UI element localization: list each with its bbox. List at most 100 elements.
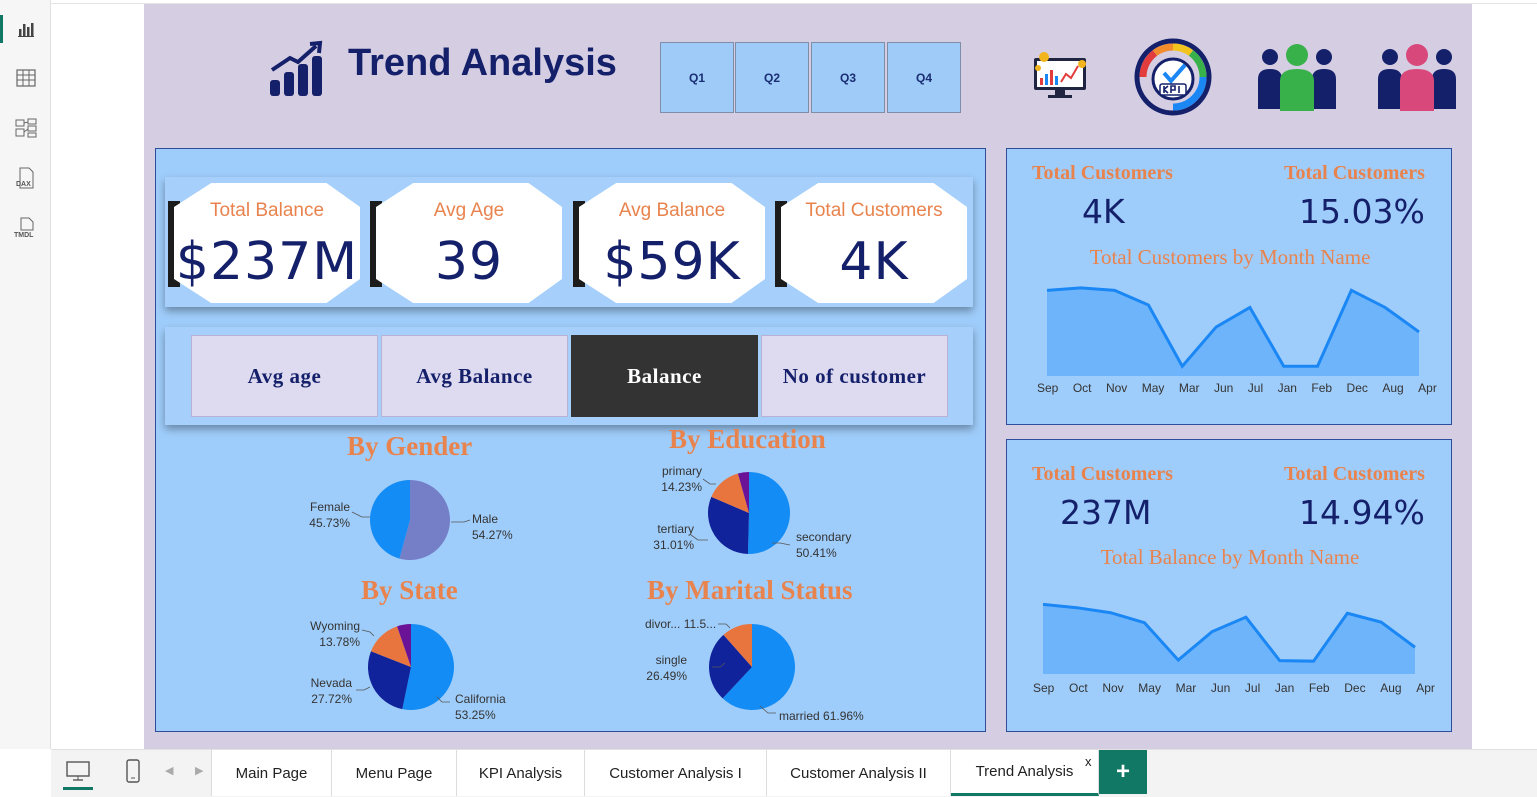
tab-scroll-right-icon[interactable]: ▶ <box>195 764 203 777</box>
area1-x-axis: Sep Oct Nov May Mar Jun Jul Jan Feb Dec Aug Apr <box>1037 381 1437 395</box>
panel2-label-right: Total Customers <box>1284 463 1425 485</box>
month-tick-feb: Feb <box>1308 681 1330 695</box>
pie-label-male: Male 54.27% <box>472 512 513 542</box>
toggle-avg-balance[interactable]: Avg Balance <box>381 335 568 417</box>
month-tick-dec: Dec <box>1344 681 1366 695</box>
tmdl-view-icon[interactable]: TMDL <box>0 206 51 250</box>
panel1-value-left: 4K <box>1082 192 1125 231</box>
pie-label-single: single 26.49% <box>646 653 687 683</box>
panel2-value-right: 14.94% <box>1299 493 1425 532</box>
tab-scroll-left-icon[interactable]: ◀ <box>165 764 173 777</box>
desktop-layout-icon[interactable] <box>63 758 93 790</box>
pie-label-married: married 61.96% <box>779 709 864 723</box>
month-tick-aug: Aug <box>1382 381 1404 395</box>
panel1-label-right: Total Customers <box>1284 162 1425 184</box>
pie-label-primary: primary 14.23% <box>661 464 702 494</box>
customers-trend-panel: Total Customers Total Customers 4K 15.03… <box>1006 148 1452 425</box>
kpi-label: Total Balance <box>209 200 325 221</box>
month-tick-feb: Feb <box>1311 381 1333 395</box>
area-fill <box>1047 287 1419 376</box>
area-fill <box>1043 604 1415 674</box>
panel1-label-left: Total Customers <box>1032 162 1173 184</box>
quarter-button-q1[interactable]: Q1 <box>660 42 734 113</box>
view-sidebar: DAX TMDL <box>0 0 51 749</box>
tab-kpi-analysis[interactable]: KPI Analysis <box>457 750 585 796</box>
area-chart-customers[interactable] <box>1007 275 1453 385</box>
month-tick-apr: Apr <box>1416 681 1435 695</box>
kpi-card-avg-age: Avg Age 39 <box>370 183 562 303</box>
pie-label-divorced: divor... 11.5... <box>645 617 717 631</box>
pie-label-wyoming: Wyoming 13.78% <box>310 619 360 649</box>
month-tick-may: May <box>1138 681 1161 695</box>
add-page-button[interactable]: + <box>1099 750 1147 794</box>
pie-label-nevada: Nevada 27.72% <box>310 676 352 706</box>
quarter-button-q3[interactable]: Q3 <box>811 42 885 113</box>
pie-label-secondary: secondary 50.41% <box>796 530 852 560</box>
month-tick-jun: Jun <box>1213 381 1234 395</box>
quarter-button-q2[interactable]: Q2 <box>735 42 809 113</box>
month-tick-apr: Apr <box>1418 381 1437 395</box>
tab-trend-analysis[interactable]: Trend Analysis <box>951 750 1099 796</box>
mobile-layout-icon[interactable] <box>121 758 145 788</box>
kpi-label: Total Customers <box>805 200 943 221</box>
customers-green-icon[interactable] <box>1256 43 1338 111</box>
month-tick-aug: Aug <box>1380 681 1402 695</box>
balance-trend-panel: Total Customers Total Customers 237M 14.… <box>1006 439 1452 732</box>
quarter-button-q4[interactable]: Q4 <box>887 42 961 113</box>
kpi-gauge-icon[interactable] <box>1133 37 1213 117</box>
kpi-value: $59K <box>603 232 741 292</box>
month-tick-jan: Jan <box>1277 381 1297 395</box>
month-tick-jul: Jul <box>1247 381 1264 395</box>
tab-customer-analysis-1[interactable]: Customer Analysis I <box>585 750 767 796</box>
close-tab-icon[interactable]: x <box>1085 754 1092 769</box>
powerbi-app: DAX TMDL Trend Analysis Q1 Q2 Q3 Q4 Tota… <box>0 0 1537 797</box>
toggle-no-of-customer[interactable]: No of customer <box>761 335 948 417</box>
report-view-icon[interactable] <box>0 7 51 51</box>
month-tick-mar: Mar <box>1178 381 1200 395</box>
kpi-value: $237M <box>175 232 359 292</box>
page-title: Trend Analysis <box>348 42 617 84</box>
month-tick-jan: Jan <box>1274 681 1295 695</box>
month-tick-mar: Mar <box>1175 681 1197 695</box>
kpi-value: 4K <box>839 232 909 292</box>
dashboard-monitor-icon[interactable] <box>1028 50 1092 100</box>
tab-customer-analysis-2[interactable]: Customer Analysis II <box>767 750 951 796</box>
pie-label-female: Female 45.73% <box>309 500 350 530</box>
month-tick-sep: Sep <box>1033 681 1055 695</box>
month-tick-jun: Jun <box>1210 681 1231 695</box>
kpi-label: Avg Age <box>433 200 505 221</box>
tmdl-label: TMDL <box>14 232 34 239</box>
model-view-icon[interactable] <box>0 106 51 150</box>
month-tick-dec: Dec <box>1346 381 1368 395</box>
tab-main-page[interactable]: Main Page <box>211 750 332 796</box>
panel2-chart-title: Total Balance by Month Name <box>1100 545 1360 569</box>
panel1-chart-title: Total Customers by Month Name <box>1089 245 1371 269</box>
panel2-value-left: 237M <box>1060 493 1152 532</box>
pie-label-california: California 53.25% <box>455 692 506 722</box>
dax-label: DAX <box>16 181 31 188</box>
kpi-card-total-balance: Total Balance $237M <box>168 183 360 303</box>
month-tick-oct: Oct <box>1069 681 1088 695</box>
kpi-label: Avg Balance <box>618 200 726 221</box>
month-tick-nov: Nov <box>1102 681 1124 695</box>
dax-query-icon[interactable]: DAX <box>0 156 51 200</box>
customers-pink-icon[interactable] <box>1376 43 1458 111</box>
area-chart-balance[interactable] <box>1007 586 1453 686</box>
toggle-avg-age[interactable]: Avg age <box>191 335 378 417</box>
month-tick-oct: Oct <box>1072 381 1092 395</box>
kpi-card-avg-balance: Avg Balance $59K <box>573 183 765 303</box>
toggle-balance[interactable]: Balance <box>571 335 758 417</box>
panel1-value-right: 15.03% <box>1299 192 1425 231</box>
trend-logo-icon <box>268 40 326 98</box>
area2-x-axis: Sep Oct Nov May Mar Jun Jul Jan Feb Dec Aug Apr <box>1033 681 1435 695</box>
kpi-value: 39 <box>434 232 504 292</box>
month-tick-sep: Sep <box>1037 381 1059 395</box>
tab-menu-page[interactable]: Menu Page <box>332 750 457 796</box>
panel2-label-left: Total Customers <box>1032 463 1173 485</box>
pie-leader-lines <box>351 478 791 714</box>
page-tab-bar: ◀ ▶ Main Page Menu Page KPI Analysis Cus… <box>51 749 1537 797</box>
month-tick-may: May <box>1141 381 1165 395</box>
kpi-card-total-customers: Total Customers 4K <box>775 183 967 303</box>
month-tick-jul: Jul <box>1244 681 1261 695</box>
table-view-icon[interactable] <box>0 56 51 100</box>
